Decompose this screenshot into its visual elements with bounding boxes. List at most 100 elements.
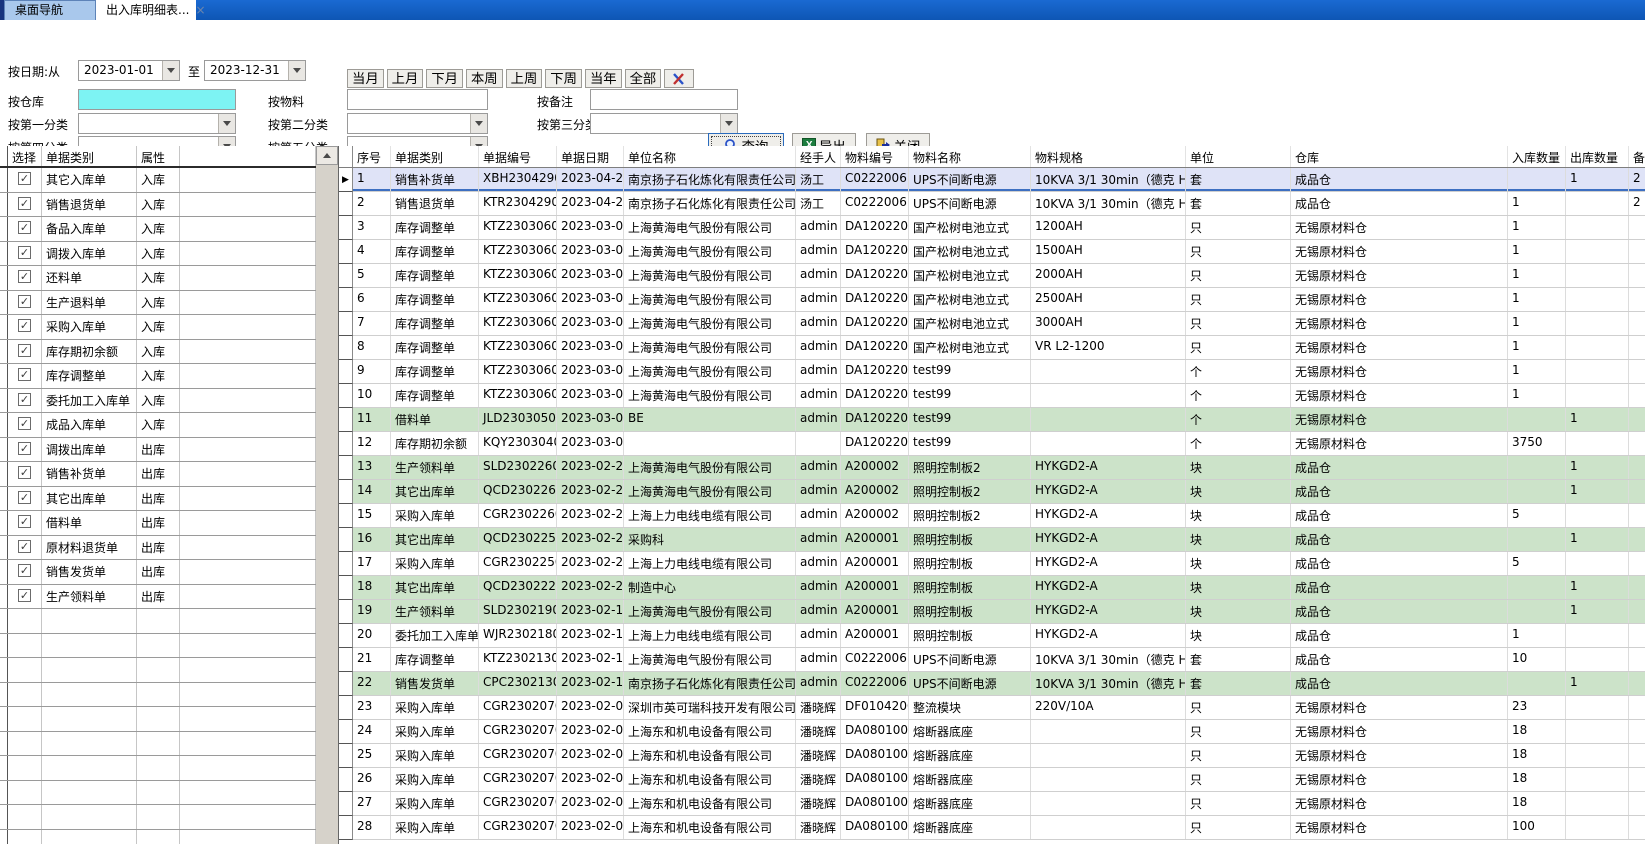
- detail-row[interactable]: 11借料单JLD2303050012023-03-05BEadminDA1202…: [339, 408, 1645, 432]
- doc-type-row[interactable]: ✓原材料退货单出库: [0, 536, 316, 561]
- doc-type-checkbox[interactable]: ✓: [18, 417, 31, 430]
- doc-type-row[interactable]: ✓销售补货单出库: [0, 462, 316, 487]
- detail-row[interactable]: 12库存期初余额KQY2303040012023-03-04DA12022016…: [339, 432, 1645, 456]
- scroll-up-icon[interactable]: [316, 146, 338, 165]
- doc-type-checkbox[interactable]: ✓: [18, 491, 31, 504]
- detail-cell-warehouse: 无锡原材料仓: [1291, 408, 1508, 431]
- doc-type-checkbox[interactable]: ✓: [18, 270, 31, 283]
- detail-cell-unit: 只: [1186, 768, 1291, 791]
- doc-type-row[interactable]: ✓采购入库单入库: [0, 315, 316, 340]
- detail-row[interactable]: 18其它出库单QCD2302220012023-02-22制造中心adminA2…: [339, 576, 1645, 600]
- quick-prev-week-button[interactable]: 上周: [506, 69, 543, 88]
- tab-desktop-nav[interactable]: 桌面导航: [4, 0, 96, 20]
- doc-type-row[interactable]: ✓借料单出库: [0, 511, 316, 536]
- doc-type-checkbox[interactable]: ✓: [18, 368, 31, 381]
- quick-all-button[interactable]: 全部: [625, 69, 662, 88]
- category2-dropdown-icon[interactable]: [470, 114, 487, 133]
- doc-type-checkbox[interactable]: ✓: [18, 393, 31, 406]
- material-input[interactable]: [347, 89, 488, 110]
- detail-row[interactable]: 20委托加工入库单WJR2302180012023-02-18上海上力电线电缆有…: [339, 624, 1645, 648]
- doc-type-checkbox[interactable]: ✓: [18, 221, 31, 234]
- detail-row[interactable]: 15采购入库单CGR2302260012023-02-26上海上力电线电缆有限公…: [339, 504, 1645, 528]
- doc-type-row[interactable]: ✓调拨出库单出库: [0, 438, 316, 463]
- doc-type-row[interactable]: ✓备品入库单入库: [0, 217, 316, 242]
- detail-cell-unit-name: 上海黄海电气股份有限公司: [624, 600, 796, 623]
- detail-row[interactable]: 3库存调整单KTZ2303060012023-03-06上海黄海电气股份有限公司…: [339, 216, 1645, 240]
- date-to-dropdown-icon[interactable]: [288, 61, 305, 80]
- warehouse-input[interactable]: [78, 89, 236, 110]
- doc-type-checkbox[interactable]: ✓: [18, 197, 31, 210]
- tab-inout-detail[interactable]: 出入库明细表... ×: [96, 0, 196, 20]
- doc-type-row[interactable]: ✓其它出库单出库: [0, 487, 316, 512]
- detail-row[interactable]: 2销售退货单KTR2304290012023-04-29南京扬子石化炼化有限责任…: [339, 192, 1645, 216]
- category3-dropdown-icon[interactable]: [720, 114, 737, 133]
- quick-this-year-button[interactable]: 当年: [585, 69, 622, 88]
- doc-type-row[interactable]: ✓生产退料单入库: [0, 291, 316, 316]
- doc-type-row[interactable]: ✓其它入库单入库: [0, 168, 316, 193]
- doc-type-checkbox[interactable]: ✓: [18, 295, 31, 308]
- doc-type-row[interactable]: ✓库存调整单入库: [0, 364, 316, 389]
- doc-type-checkbox[interactable]: ✓: [18, 466, 31, 479]
- quick-this-month-button[interactable]: 当月: [347, 69, 384, 88]
- detail-row[interactable]: 26采购入库单CGR2302070042023-02-07上海东和机电设备有限公…: [339, 768, 1645, 792]
- doc-type-row[interactable]: ✓销售退货单入库: [0, 193, 316, 218]
- quick-prev-month-button[interactable]: 上月: [387, 69, 424, 88]
- doc-type-row[interactable]: ✓还料单入库: [0, 266, 316, 291]
- doc-type-scrollbar[interactable]: [316, 146, 338, 844]
- detail-row[interactable]: 14其它出库单QCD2302260012023-02-26上海黄海电气股份有限公…: [339, 480, 1645, 504]
- clear-filter-button[interactable]: [664, 69, 694, 88]
- detail-row[interactable]: 21库存调整单KTZ2302130012023-02-13上海黄海电气股份有限公…: [339, 648, 1645, 672]
- doc-type-row[interactable]: ✓生产领料单出库: [0, 585, 316, 610]
- detail-row[interactable]: 9库存调整单KTZ2303060072023-03-06上海黄海电气股份有限公司…: [339, 360, 1645, 384]
- detail-row[interactable]: 16其它出库单QCD2302250012023-02-25采购科adminA20…: [339, 528, 1645, 552]
- doc-type-row[interactable]: ✓销售发货单出库: [0, 560, 316, 585]
- doc-type-checkbox[interactable]: ✓: [18, 589, 31, 602]
- detail-row[interactable]: 13生产领料单SLD2302260012023-02-26上海黄海电气股份有限公…: [339, 456, 1645, 480]
- doc-type-checkbox[interactable]: ✓: [18, 172, 31, 185]
- doc-type-checkbox[interactable]: ✓: [18, 246, 31, 259]
- doc-type-checkbox[interactable]: ✓: [18, 540, 31, 553]
- detail-row[interactable]: 17采购入库单CGR2302250012023-02-25上海上力电线电缆有限公…: [339, 552, 1645, 576]
- detail-row[interactable]: 10库存调整单KTZ2303060082023-03-06上海黄海电气股份有限公…: [339, 384, 1645, 408]
- category1-dropdown-icon[interactable]: [218, 114, 235, 133]
- doc-type-row[interactable]: ✓成品入库单入库: [0, 413, 316, 438]
- date-from-combo[interactable]: 2023-01-01: [78, 60, 180, 81]
- doc-type-checkbox[interactable]: ✓: [18, 564, 31, 577]
- quick-next-month-button[interactable]: 下月: [426, 69, 463, 88]
- detail-row[interactable]: 23采购入库单CGR2302070012023-02-07深圳市英可瑞科技开发有…: [339, 696, 1645, 720]
- detail-row[interactable]: 4库存调整单KTZ2303060022023-03-06上海黄海电气股份有限公司…: [339, 240, 1645, 264]
- detail-cell-doc-date: 2023-02-26: [557, 480, 624, 503]
- detail-cell-warehouse: 无锡原材料仓: [1291, 792, 1508, 815]
- doc-type-checkbox[interactable]: ✓: [18, 515, 31, 528]
- detail-row[interactable]: 22销售发货单CPC2302130012023-02-13南京扬子石化炼化有限责…: [339, 672, 1645, 696]
- category3-combo[interactable]: [590, 113, 738, 134]
- detail-row[interactable]: 19生产领料单SLD2302190012023-02-19上海黄海电气股份有限公…: [339, 600, 1645, 624]
- detail-cell-remark: 2: [1629, 168, 1645, 191]
- detail-row[interactable]: 28采购入库单CGR2302070062023-02-07上海东和机电设备有限公…: [339, 816, 1645, 840]
- detail-cell-handler: admin: [796, 672, 841, 695]
- doc-type-checkbox[interactable]: ✓: [18, 442, 31, 455]
- detail-row[interactable]: ▶1销售补货单XBH2304290012023-04-29南京扬子石化炼化有限责…: [339, 168, 1645, 192]
- detail-row[interactable]: 6库存调整单KTZ2303060042023-03-06上海黄海电气股份有限公司…: [339, 288, 1645, 312]
- detail-cell-warehouse: 成品仓: [1291, 192, 1508, 215]
- category1-combo[interactable]: [78, 113, 236, 134]
- category2-combo[interactable]: [347, 113, 488, 134]
- quick-this-week-button[interactable]: 本周: [466, 69, 503, 88]
- detail-row[interactable]: 7库存调整单KTZ2303060052023-03-06上海黄海电气股份有限公司…: [339, 312, 1645, 336]
- detail-row[interactable]: 25采购入库单CGR2302070032023-02-07上海东和机电设备有限公…: [339, 744, 1645, 768]
- quick-next-week-button[interactable]: 下周: [545, 69, 582, 88]
- detail-row[interactable]: 27采购入库单CGR2302070052023-02-07上海东和机电设备有限公…: [339, 792, 1645, 816]
- detail-row[interactable]: 5库存调整单KTZ2303060032023-03-06上海黄海电气股份有限公司…: [339, 264, 1645, 288]
- doc-type-checkbox[interactable]: ✓: [18, 344, 31, 357]
- date-from-dropdown-icon[interactable]: [162, 61, 179, 80]
- doc-type-name: 生产领料单: [42, 585, 137, 609]
- tab-close-icon[interactable]: ×: [195, 4, 205, 16]
- doc-type-row[interactable]: ✓委托加工入库单入库: [0, 389, 316, 414]
- doc-type-row[interactable]: ✓调拨入库单入库: [0, 242, 316, 267]
- detail-row[interactable]: 8库存调整单KTZ2303060062023-03-06上海黄海电气股份有限公司…: [339, 336, 1645, 360]
- date-to-combo[interactable]: 2023-12-31: [204, 60, 306, 81]
- doc-type-row[interactable]: ✓库存期初余额入库: [0, 340, 316, 365]
- remark-input[interactable]: [590, 89, 738, 110]
- doc-type-checkbox[interactable]: ✓: [18, 319, 31, 332]
- detail-row[interactable]: 24采购入库单CGR2302070022023-02-07上海东和机电设备有限公…: [339, 720, 1645, 744]
